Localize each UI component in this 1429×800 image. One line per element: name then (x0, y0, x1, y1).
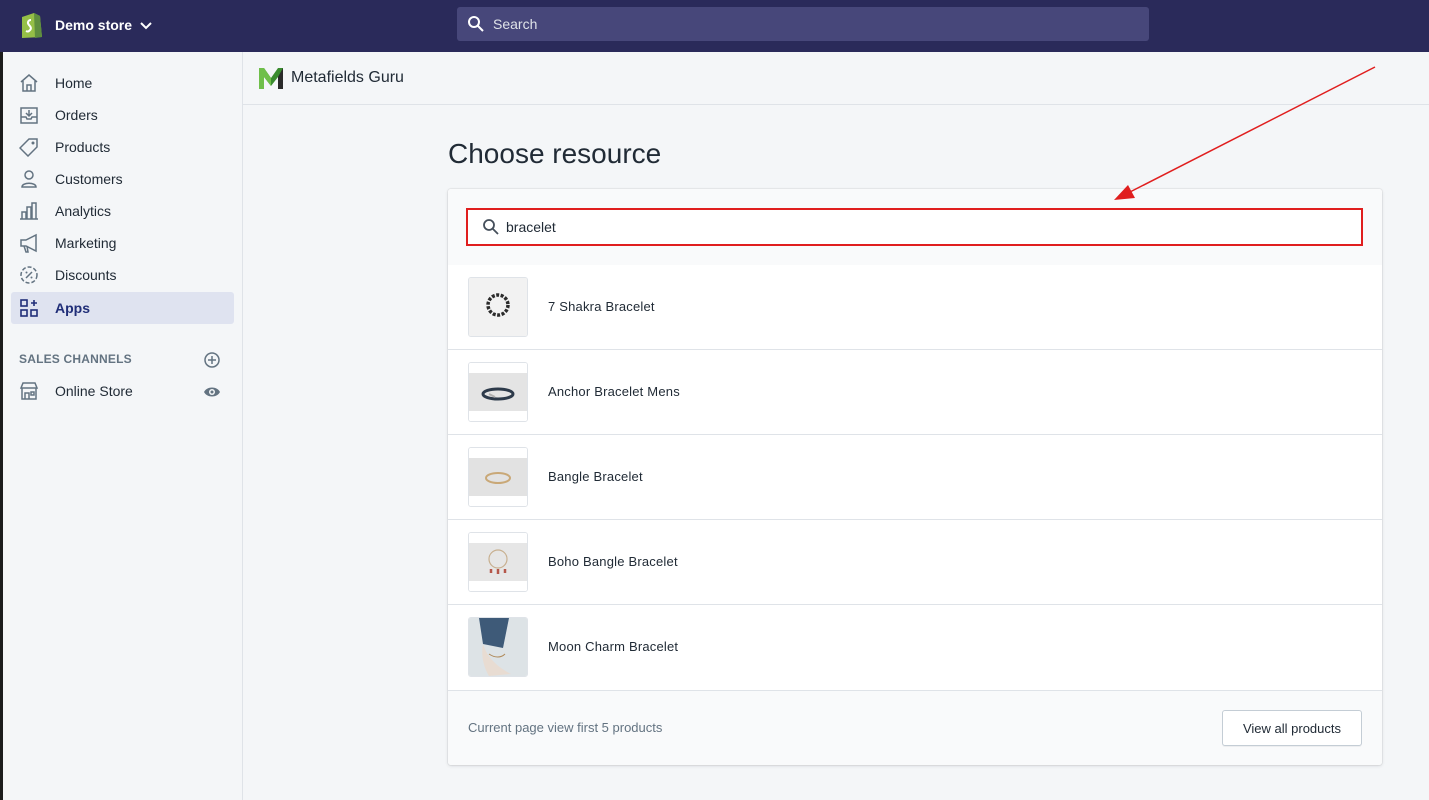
pagination-info: Current page view first 5 products (468, 720, 663, 735)
sidebar-item-label: Marketing (55, 235, 117, 251)
product-thumbnail (468, 362, 528, 422)
search-input[interactable] (493, 16, 1113, 32)
app-header: Metafields Guru (243, 52, 1429, 105)
product-thumbnail (468, 277, 528, 337)
person-icon (21, 170, 37, 188)
sidebar-item-label: Apps (55, 300, 90, 316)
product-title: Bangle Bracelet (548, 469, 643, 484)
sidebar-item-online-store[interactable]: Online Store (11, 375, 234, 407)
product-list: 7 Shakra Bracelet Anchor Bracelet Mens B… (448, 265, 1382, 690)
sidebar-item-label: Customers (55, 171, 123, 187)
store-switcher[interactable]: Demo store (18, 10, 153, 40)
store-icon (19, 382, 39, 400)
bar-chart-icon (20, 202, 38, 220)
add-channel-icon[interactable] (203, 351, 221, 369)
apps-icon (20, 299, 38, 317)
search-icon (483, 219, 499, 235)
shopify-logo-icon (22, 13, 42, 38)
product-thumbnail (468, 617, 528, 677)
product-title: Anchor Bracelet Mens (548, 384, 680, 399)
sidebar-item-label: Analytics (55, 203, 112, 219)
discount-icon (20, 266, 38, 284)
store-name: Demo store (55, 17, 133, 33)
product-row[interactable]: Boho Bangle Bracelet (448, 520, 1382, 605)
global-search[interactable] (457, 7, 1149, 41)
product-title: Moon Charm Bracelet (548, 639, 679, 654)
sidebar-item-discounts[interactable]: Discounts (11, 259, 234, 291)
product-row[interactable]: 7 Shakra Bracelet (448, 265, 1382, 350)
resource-search-input[interactable] (506, 219, 1326, 235)
page-title: Choose resource (448, 138, 662, 169)
sidebar-item-label: Home (55, 75, 93, 91)
eye-icon[interactable] (203, 383, 221, 401)
sidebar-item-orders[interactable]: Orders (11, 99, 234, 131)
sidebar-item-label: Products (55, 139, 111, 155)
sidebar-item-marketing[interactable]: Marketing (11, 227, 234, 259)
orders-icon (20, 107, 38, 124)
product-row[interactable]: Bangle Bracelet (448, 435, 1382, 520)
sidebar-item-apps[interactable]: Apps (11, 292, 234, 324)
tag-icon (19, 138, 38, 157)
chevron-down-icon (140, 22, 152, 30)
app-name: Metafields Guru (291, 69, 404, 86)
megaphone-icon (20, 233, 37, 253)
top-bar: Demo store (0, 0, 1429, 52)
home-icon (20, 74, 38, 92)
view-all-products-button[interactable]: View all products (1222, 710, 1362, 746)
card-footer: Current page view first 5 products View … (448, 690, 1382, 765)
metafields-guru-logo-icon (259, 68, 283, 89)
filter-section (448, 189, 1382, 265)
sidebar-item-label: Discounts (55, 267, 117, 283)
search-icon (468, 16, 484, 32)
sidebar-item-home[interactable]: Home (11, 67, 234, 99)
sidebar-item-label: Orders (55, 107, 98, 123)
resource-card: 7 Shakra Bracelet Anchor Bracelet Mens (448, 189, 1382, 765)
sidebar-item-customers[interactable]: Customers (11, 163, 234, 195)
sidebar: Home Orders Products Customers Analytics… (0, 52, 243, 800)
product-row[interactable]: Moon Charm Bracelet (448, 605, 1382, 690)
product-title: 7 Shakra Bracelet (548, 299, 655, 314)
product-thumbnail (468, 447, 528, 507)
resource-search-field[interactable] (466, 208, 1363, 246)
product-thumbnail (468, 532, 528, 592)
product-row[interactable]: Anchor Bracelet Mens (448, 350, 1382, 435)
sales-channels-title: SALES CHANNELS (19, 352, 132, 366)
sidebar-item-label: Online Store (55, 383, 133, 399)
sidebar-item-analytics[interactable]: Analytics (11, 195, 234, 227)
sidebar-item-products[interactable]: Products (11, 131, 234, 163)
product-title: Boho Bangle Bracelet (548, 554, 678, 569)
